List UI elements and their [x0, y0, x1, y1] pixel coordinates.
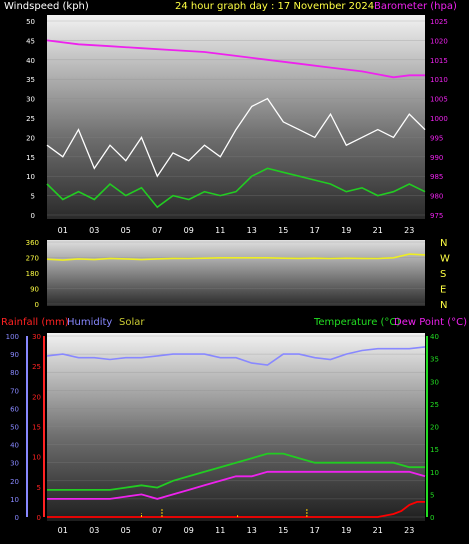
x-tick-label: 01 [58, 526, 68, 535]
temperature-tick-label: 30 [430, 378, 439, 386]
humidity-tick-label: 0 [15, 514, 19, 522]
rain-tick-label: 15 [32, 424, 41, 432]
x-tick-label: 05 [121, 526, 131, 535]
temperature-tick-label: 20 [430, 424, 439, 432]
humidity-tick-label: 30 [10, 460, 19, 468]
barometer-tick-label: 1010 [430, 76, 448, 84]
rain-tick-label: 10 [32, 454, 41, 462]
barometer-tick-label: 1025 [430, 18, 448, 26]
barometer-tick-label: 1000 [430, 115, 448, 123]
temperature-tick-label: 35 [430, 356, 439, 364]
temperature-tick-label: 0 [430, 514, 434, 522]
weather-graph: Windspeed (kph) 24 hour graph day : 17 N… [0, 0, 469, 544]
barometer-tick-label: 985 [430, 173, 443, 181]
x-tick-label: 07 [152, 226, 162, 235]
humidity-tick-label: 60 [10, 405, 19, 413]
chart-3-background [47, 333, 425, 521]
wind-tick-label: 30 [26, 96, 35, 104]
humidity-tick-label: 10 [10, 496, 19, 504]
wind-tick-label: 10 [26, 173, 35, 181]
barometer-tick-label: 980 [430, 193, 443, 201]
wind-tick-label: 45 [26, 37, 35, 45]
humidity-tick-label: 20 [10, 478, 19, 486]
x-tick-label: 11 [215, 226, 225, 235]
compass-label: S [440, 269, 446, 280]
direction-tick-label: 0 [35, 301, 39, 309]
compass-label: W [440, 254, 450, 265]
wind-tick-label: 20 [26, 134, 35, 142]
compass-label: E [440, 285, 446, 296]
humidity-tick-label: 90 [10, 351, 19, 359]
humidity-tick-label: 50 [10, 424, 19, 432]
x-tick-label: 21 [373, 226, 383, 235]
wind-tick-label: 35 [26, 76, 35, 84]
x-tick-label: 13 [247, 526, 257, 535]
barometer-tick-label: 1020 [430, 37, 448, 45]
wind-tick-label: 15 [26, 154, 35, 162]
x-tick-label: 03 [89, 526, 99, 535]
barometer-tick-label: 995 [430, 134, 443, 142]
direction-tick-label: 270 [26, 255, 39, 263]
wind-tick-label: 40 [26, 57, 35, 65]
compass-label: N [440, 300, 447, 311]
legend-temperature: Temperature (°C) [313, 317, 400, 328]
direction-tick-label: 180 [26, 270, 39, 278]
humidity-tick-label: 40 [10, 442, 19, 450]
legend-dewpoint: Dew Point (°C) [394, 317, 467, 328]
wind-tick-label: 25 [26, 115, 35, 123]
x-tick-label: 17 [310, 526, 320, 535]
wind-tick-label: 5 [31, 193, 35, 201]
legend-solar: Solar [119, 317, 145, 328]
legend-humidity: Humidity [67, 317, 112, 328]
humidity-tick-label: 70 [10, 387, 19, 395]
direction-tick-label: 360 [26, 239, 39, 247]
temperature-tick-label: 10 [430, 469, 439, 477]
temperature-tick-label: 25 [430, 401, 439, 409]
barometer-axis-label: Barometer (hpa) [374, 1, 457, 12]
temperature-tick-label: 15 [430, 446, 439, 454]
barometer-tick-label: 975 [430, 212, 443, 220]
x-tick-label: 23 [404, 526, 414, 535]
x-tick-label: 05 [121, 226, 131, 235]
rain-tick-label: 20 [32, 393, 41, 401]
legend-rainfall: Rainfall (mm) [1, 317, 69, 328]
wind-tick-label: 0 [31, 212, 35, 220]
wind-tick-label: 50 [26, 18, 35, 26]
x-tick-label: 11 [215, 526, 225, 535]
x-tick-label: 17 [310, 226, 320, 235]
x-tick-label: 23 [404, 226, 414, 235]
temperature-tick-label: 40 [430, 333, 439, 341]
x-tick-label: 13 [247, 226, 257, 235]
temperature-tick-label: 5 [430, 491, 434, 499]
x-tick-label: 09 [184, 526, 194, 535]
x-tick-label: 15 [278, 526, 288, 535]
x-tick-label: 03 [89, 226, 99, 235]
x-tick-label: 07 [152, 526, 162, 535]
x-tick-label: 19 [341, 526, 351, 535]
x-tick-label: 09 [184, 226, 194, 235]
compass-label: N [440, 238, 447, 249]
rain-tick-label: 5 [37, 484, 41, 492]
direction-tick-label: 90 [30, 286, 39, 294]
humidity-tick-label: 80 [10, 369, 19, 377]
humidity-tick-label: 100 [6, 333, 19, 341]
barometer-tick-label: 990 [430, 154, 443, 162]
rain-tick-label: 30 [32, 333, 41, 341]
rain-tick-label: 0 [37, 514, 41, 522]
barometer-tick-label: 1015 [430, 57, 448, 65]
windspeed-axis-label: Windspeed (kph) [4, 1, 89, 12]
x-tick-label: 21 [373, 526, 383, 535]
x-tick-label: 19 [341, 226, 351, 235]
weather-charts: Windspeed (kph) 24 hour graph day : 17 N… [1, 1, 467, 535]
barometer-tick-label: 1005 [430, 96, 448, 104]
rain-tick-label: 25 [32, 363, 41, 371]
chart-title: 24 hour graph day : 17 November 2024 [175, 1, 374, 12]
x-tick-label: 15 [278, 226, 288, 235]
x-tick-label: 01 [58, 226, 68, 235]
